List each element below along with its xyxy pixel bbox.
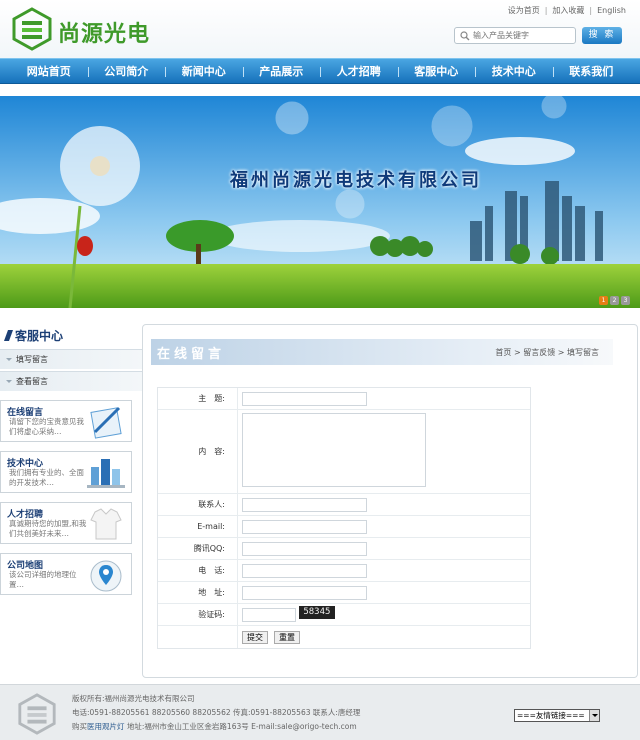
sidebar-item-view-message[interactable]: 查看留言 bbox=[0, 371, 158, 391]
chevron-down-icon bbox=[589, 710, 599, 721]
footer-logo-icon bbox=[18, 693, 56, 735]
address-field[interactable] bbox=[242, 585, 367, 600]
logo-icon bbox=[12, 7, 52, 51]
sidebar: 客服中心 填写留言 查看留言 在线留言 请留下您的宝贵意见我们将虚心采纳… 技术… bbox=[0, 323, 160, 595]
footer: 版权所有:福州尚源光电技术有限公司 电话:0591-88205561 88205… bbox=[0, 684, 640, 740]
phone-label: 电 话: bbox=[158, 560, 238, 581]
content-field[interactable] bbox=[242, 413, 426, 487]
buy-link[interactable]: 医用观片灯 bbox=[87, 722, 125, 731]
card-recruitment[interactable]: 人才招聘 真诚期待您的加盟,和我们共创美好未来… bbox=[0, 502, 132, 544]
captcha-field[interactable] bbox=[242, 607, 296, 622]
captcha-image[interactable]: 58345 bbox=[298, 606, 335, 619]
phone-text: 电话:0591-88205561 88205560 88205562 传真:05… bbox=[72, 708, 361, 717]
email-label: E-mail: bbox=[158, 516, 238, 537]
breadcrumb: 首页 > 留言反馈 > 填写留言 bbox=[495, 348, 599, 357]
qq-field[interactable] bbox=[242, 541, 367, 556]
page-title: 在线留言 bbox=[157, 347, 226, 362]
message-form: 主 题: 内 容: 联系人: E-mail: 腾讯QQ: 电 话: 地 址: 验… bbox=[157, 387, 531, 649]
add-favorite-link[interactable]: 加入收藏 bbox=[552, 5, 584, 16]
nav-contact[interactable]: 联系我们 bbox=[552, 59, 631, 83]
email-field[interactable] bbox=[242, 519, 367, 534]
panel-header: 在线留言 首页 > 留言反馈 > 填写留言 bbox=[151, 339, 613, 365]
contact-field[interactable] bbox=[242, 497, 367, 512]
banner-image bbox=[0, 96, 640, 308]
logo-text: 尚源光电 bbox=[58, 22, 151, 47]
copyright-text: 版权所有:福州尚源光电技术有限公司 bbox=[72, 694, 195, 703]
friend-links-selected: ===友情链接=== bbox=[517, 711, 585, 720]
search-input[interactable] bbox=[473, 29, 573, 42]
qq-label: 腾讯QQ: bbox=[158, 538, 238, 559]
nav-tech[interactable]: 技术中心 bbox=[475, 59, 553, 83]
search-button[interactable]: 搜 索 bbox=[582, 27, 622, 44]
sidebar-item-write-message[interactable]: 填写留言 bbox=[0, 349, 158, 369]
contact-label: 联系人: bbox=[158, 494, 238, 515]
address-text: 地址:福州市金山工业区金岩路163号 E-mail:sale@origo-tec… bbox=[126, 722, 357, 731]
footer-info: 版权所有:福州尚源光电技术有限公司 电话:0591-88205561 88205… bbox=[72, 692, 360, 734]
main-panel: 在线留言 首页 > 留言反馈 > 填写留言 主 题: 内 容: 联系人: E-m… bbox=[142, 324, 638, 678]
search-icon bbox=[460, 31, 470, 41]
captcha-label: 验证码: bbox=[158, 604, 238, 625]
english-link[interactable]: English bbox=[597, 6, 626, 15]
search-box bbox=[454, 27, 576, 44]
card-online-message[interactable]: 在线留言 请留下您的宝贵意见我们将虚心采纳… bbox=[0, 400, 132, 442]
card-desc: 我们拥有专业的、全面的开发技术… bbox=[9, 468, 84, 487]
banner-pager: 1 2 3 bbox=[599, 296, 630, 305]
main-nav: 网站首页 公司简介 新闻中心 产品展示 人才招聘 客服中心 技术中心 联系我们 bbox=[0, 58, 640, 84]
card-desc: 请留下您的宝贵意见我们将虚心采纳… bbox=[9, 417, 84, 436]
nav-service[interactable]: 客服中心 bbox=[397, 59, 476, 83]
card-desc: 真诚期待您的加盟,和我们共创美好未来… bbox=[9, 519, 87, 538]
nav-products[interactable]: 产品展示 bbox=[242, 59, 321, 83]
top-links: 设为首页 | 加入收藏 | English bbox=[507, 5, 626, 16]
subject-label: 主 题: bbox=[158, 388, 238, 409]
subject-field[interactable] bbox=[242, 391, 367, 406]
shirt-icon bbox=[90, 508, 122, 540]
nav-news[interactable]: 新闻中心 bbox=[165, 59, 243, 83]
submit-button[interactable]: 提交 bbox=[242, 630, 268, 644]
banner: 福州尚源光电技术有限公司 1 2 3 bbox=[0, 96, 640, 308]
reset-button[interactable]: 重置 bbox=[274, 630, 300, 644]
card-tech-center[interactable]: 技术中心 我们拥有专业的、全面的开发技术… bbox=[0, 451, 132, 493]
card-company-map[interactable]: 公司地图 该公司详细的地理位置… bbox=[0, 553, 132, 595]
sidebar-title: 客服中心 bbox=[0, 323, 160, 349]
nav-about[interactable]: 公司简介 bbox=[87, 59, 166, 83]
buildings-icon bbox=[87, 459, 125, 488]
pen-paper-icon bbox=[90, 406, 122, 439]
nav-jobs[interactable]: 人才招聘 bbox=[320, 59, 398, 83]
slide-dot[interactable]: 1 bbox=[599, 296, 608, 305]
logo[interactable]: 尚源光电 bbox=[10, 7, 160, 51]
slide-dot[interactable]: 2 bbox=[610, 296, 619, 305]
breadcrumb-home[interactable]: 首页 bbox=[495, 348, 511, 357]
breadcrumb-current: 填写留言 bbox=[567, 348, 599, 357]
banner-title: 福州尚源光电技术有限公司 bbox=[230, 170, 482, 191]
content-label: 内 容: bbox=[158, 410, 238, 493]
address-label: 地 址: bbox=[158, 582, 238, 603]
map-pin-icon bbox=[90, 560, 122, 592]
buy-prefix: 购买 bbox=[72, 722, 87, 731]
phone-field[interactable] bbox=[242, 563, 367, 578]
card-desc: 该公司详细的地理位置… bbox=[9, 570, 77, 589]
header: 尚源光电 设为首页|加入收藏|English 搜 索 bbox=[0, 0, 640, 58]
nav-home[interactable]: 网站首页 bbox=[10, 59, 88, 83]
breadcrumb-feedback[interactable]: 留言反馈 bbox=[523, 348, 555, 357]
set-homepage-link[interactable]: 设为首页 bbox=[508, 5, 540, 16]
friend-links-select[interactable]: ===友情链接=== bbox=[514, 709, 600, 722]
slide-dot[interactable]: 3 bbox=[621, 296, 630, 305]
